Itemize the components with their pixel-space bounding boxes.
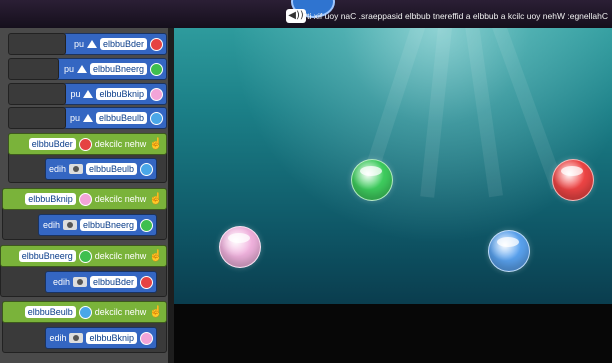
event-label: when clicked xyxy=(94,307,147,317)
block-backdrop xyxy=(8,58,59,80)
hide-label: hide xyxy=(42,220,60,230)
arrow-up-icon xyxy=(82,114,93,122)
hide-block-red[interactable]: redBubble hide xyxy=(45,271,157,293)
when-clicked-block-pink[interactable]: ☝ when clicked pinkBubble xyxy=(2,188,167,210)
light-ray xyxy=(420,28,453,198)
green-bubble[interactable] xyxy=(351,159,393,201)
stage-bottom-area xyxy=(174,304,612,363)
when-clicked-block-green[interactable]: ☝ when clicked greenBubble xyxy=(0,245,167,267)
arrow-up-icon xyxy=(76,65,87,73)
when-clicked-block-blue[interactable]: ☝ when clicked blueBubble xyxy=(2,301,167,323)
pink-bubble[interactable] xyxy=(219,226,261,268)
blue-bubble-icon xyxy=(140,162,153,176)
green-bubble-icon xyxy=(140,218,153,232)
game-stage xyxy=(174,28,612,304)
move-up-block-pink[interactable]: pinkBubble up xyxy=(63,83,167,105)
block-action-label: up xyxy=(70,89,81,99)
hide-label: hide xyxy=(48,164,66,174)
block-action-label: up xyxy=(63,64,74,74)
block-backdrop xyxy=(8,107,66,129)
hide-label: hide xyxy=(49,333,67,343)
hand-pointer-icon: ☝ xyxy=(149,249,163,262)
red-bubble-icon xyxy=(140,275,153,289)
hide-sprite-label: blueBubble xyxy=(85,163,137,175)
red-bubble-icon xyxy=(78,137,92,151)
block-action-label: up xyxy=(69,113,80,123)
pink-bubble-icon xyxy=(150,87,163,101)
top-bar: ◀)) Challenge: When you click a bubble a… xyxy=(0,0,612,29)
hide-eye-icon xyxy=(69,333,84,343)
event-sprite-label: greenBubble xyxy=(18,250,76,262)
block-backdrop xyxy=(8,33,66,55)
hide-sprite-label: redBubble xyxy=(89,276,137,288)
green-bubble-icon xyxy=(150,62,163,76)
hide-block-green[interactable]: greenBubble hide xyxy=(38,214,157,236)
hide-label: hide xyxy=(52,277,70,287)
hide-sprite-label: pinkBubble xyxy=(86,332,137,344)
red-bubble[interactable] xyxy=(552,159,594,201)
event-label: when clicked xyxy=(94,139,147,149)
hide-eye-icon xyxy=(68,164,83,174)
event-sprite-label: blueBubble xyxy=(24,306,76,318)
block-action-label: up xyxy=(73,39,84,49)
hide-sprite-label: greenBubble xyxy=(79,219,137,231)
block-backdrop xyxy=(8,83,66,105)
blue-bubble-icon xyxy=(150,111,163,125)
move-up-block-blue[interactable]: blueBubble up xyxy=(63,107,167,129)
challenge-text: Challenge: When you click a bubble a dif… xyxy=(302,11,608,21)
when-clicked-block-red[interactable]: ☝ when clicked redBubble xyxy=(8,133,167,155)
hand-pointer-icon: ☝ xyxy=(149,137,163,150)
light-ray xyxy=(464,28,503,198)
move-up-block-green[interactable]: greenBubble up xyxy=(56,58,167,80)
blue-bubble-icon xyxy=(78,305,92,319)
block-sprite-label: pinkBubble xyxy=(96,88,147,100)
arrow-up-icon xyxy=(86,40,97,48)
event-label: when clicked xyxy=(94,194,147,204)
arrow-up-icon xyxy=(83,90,94,98)
event-sprite-label: pinkBubble xyxy=(25,193,76,205)
block-sprite-label: blueBubble xyxy=(95,112,147,124)
event-label: when clicked xyxy=(94,251,147,261)
hand-pointer-icon: ☝ xyxy=(149,192,163,205)
hide-block-pink[interactable]: pinkBubble hide xyxy=(45,327,157,349)
green-bubble-icon xyxy=(78,249,92,263)
pink-bubble-icon xyxy=(140,331,153,345)
move-up-block-red[interactable]: redBubble up xyxy=(63,33,167,55)
blue-bubble[interactable] xyxy=(488,230,530,272)
block-sprite-label: greenBubble xyxy=(89,63,147,75)
hide-block-blue[interactable]: blueBubble hide xyxy=(45,158,157,180)
event-sprite-label: redBubble xyxy=(28,138,76,150)
pink-bubble-icon xyxy=(78,192,92,206)
hand-pointer-icon: ☝ xyxy=(149,305,163,318)
hide-eye-icon xyxy=(62,220,77,230)
hide-eye-icon xyxy=(72,277,87,287)
red-bubble-icon xyxy=(150,37,163,51)
light-ray xyxy=(489,28,565,190)
block-sprite-label: redBubble xyxy=(99,38,147,50)
